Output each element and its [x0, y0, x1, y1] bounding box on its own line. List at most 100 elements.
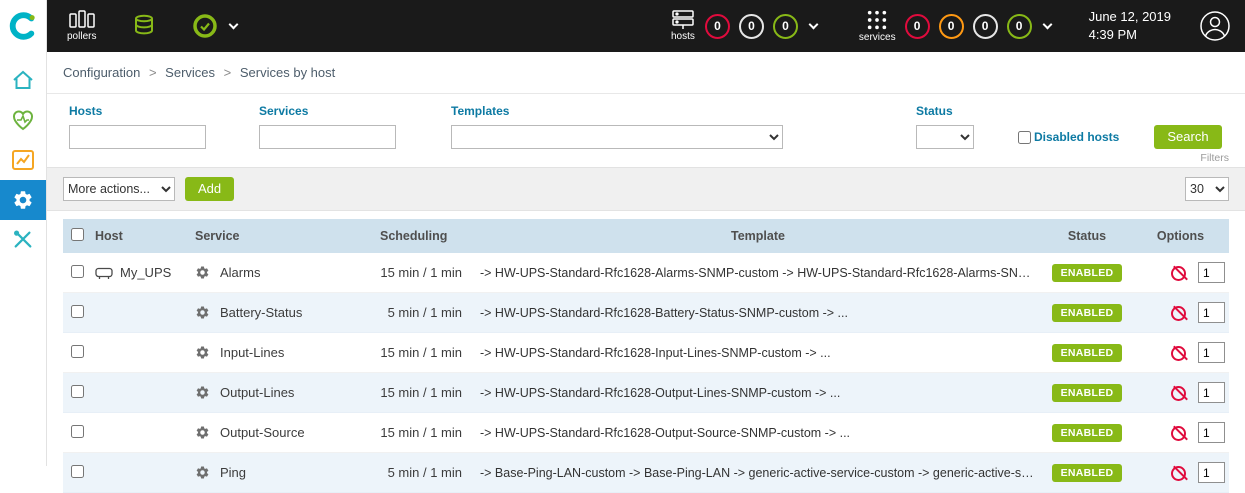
sidebar-item-monitoring[interactable] — [0, 100, 46, 140]
select-all-checkbox[interactable] — [71, 228, 84, 241]
options-count-input[interactable] — [1198, 302, 1225, 323]
service-row: Input-Lines 15 min / 1 min -> HW-UPS-Sta… — [63, 333, 1229, 373]
home-icon — [11, 69, 35, 91]
hosts-unreachable-counter[interactable]: 0 — [739, 14, 764, 39]
service-row: Ping 5 min / 1 min -> Base-Ping-LAN-cust… — [63, 453, 1229, 493]
platform-status[interactable] — [192, 13, 237, 39]
services-menu[interactable]: services — [859, 9, 896, 43]
filter-services: Services — [259, 104, 396, 149]
services-label: services — [859, 33, 896, 43]
template-chain: -> HW-UPS-Standard-Rfc1628-Output-Source… — [480, 426, 850, 440]
centreon-logo[interactable] — [0, 0, 46, 52]
service-row: Output-Source 15 min / 1 min -> HW-UPS-S… — [63, 413, 1229, 453]
service-row: Output-Lines 15 min / 1 min -> HW-UPS-St… — [63, 373, 1229, 413]
breadcrumb-configuration[interactable]: Configuration — [63, 65, 140, 80]
hosts-filter-input[interactable] — [69, 125, 206, 149]
hosts-down-counter[interactable]: 0 — [705, 14, 730, 39]
sidebar-item-reporting[interactable] — [0, 140, 46, 180]
breadcrumb-services[interactable]: Services — [165, 65, 215, 80]
hosts-label: hosts — [671, 32, 695, 42]
topbar-left: pollers — [67, 10, 237, 42]
options-count-input[interactable] — [1198, 462, 1225, 483]
disabled-hosts-label[interactable]: Disabled hosts — [1034, 130, 1119, 144]
options-count-input[interactable] — [1198, 342, 1225, 363]
services-warning-counter[interactable]: 0 — [939, 14, 964, 39]
options-count-input[interactable] — [1198, 422, 1225, 443]
services-status-group: services 0 0 0 0 — [859, 9, 1051, 43]
hosts-up-counter[interactable]: 0 — [773, 14, 798, 39]
service-name[interactable]: Input-Lines — [220, 345, 284, 360]
pollers-menu[interactable]: pollers — [67, 10, 96, 42]
options-count-input[interactable] — [1198, 262, 1225, 283]
chart-icon — [11, 149, 35, 171]
status-filter-label: Status — [916, 104, 974, 118]
filter-search: Search — [1154, 104, 1221, 149]
page-size-select[interactable]: 30 — [1185, 177, 1229, 201]
service-gear-icon — [195, 265, 210, 280]
status-badge: ENABLED — [1052, 344, 1123, 362]
status-badge: ENABLED — [1052, 424, 1123, 442]
services-filter-label: Services — [259, 104, 396, 118]
status-badge: ENABLED — [1052, 264, 1123, 282]
gear-icon — [12, 189, 34, 211]
service-name[interactable]: Battery-Status — [220, 305, 302, 320]
chevron-down-icon[interactable] — [1042, 19, 1052, 29]
status-badge: ENABLED — [1052, 464, 1123, 482]
breadcrumb-services-by-host: Services by host — [240, 65, 335, 80]
row-checkbox[interactable] — [71, 305, 84, 318]
topbar: pollers — [47, 0, 1245, 52]
more-actions-select[interactable]: More actions... — [63, 177, 175, 201]
chevron-down-icon[interactable] — [229, 19, 239, 29]
disable-icon[interactable] — [1171, 386, 1186, 401]
options-count-input[interactable] — [1198, 382, 1225, 403]
disable-icon[interactable] — [1171, 466, 1186, 481]
status-select[interactable] — [916, 125, 974, 149]
sidebar-item-configuration[interactable] — [0, 180, 46, 220]
database-status[interactable] — [132, 14, 156, 38]
row-checkbox[interactable] — [71, 465, 84, 478]
template-chain: -> HW-UPS-Standard-Rfc1628-Output-Lines-… — [480, 386, 840, 400]
service-name[interactable]: Output-Lines — [220, 385, 294, 400]
main-nav — [0, 52, 46, 260]
actions-row: More actions... Add 30 — [47, 168, 1245, 211]
left-rail — [0, 0, 47, 466]
service-name[interactable]: Alarms — [220, 265, 260, 280]
disable-icon[interactable] — [1171, 426, 1186, 441]
services-ok-counter[interactable]: 0 — [1007, 14, 1032, 39]
row-checkbox[interactable] — [71, 345, 84, 358]
templates-select[interactable] — [451, 125, 783, 149]
hosts-icon — [670, 10, 696, 30]
row-checkbox[interactable] — [71, 265, 84, 278]
user-avatar-icon — [1199, 10, 1231, 42]
sidebar-item-administration[interactable] — [0, 220, 46, 260]
add-button[interactable]: Add — [185, 177, 234, 201]
filter-templates: Templates — [451, 104, 783, 149]
host-name[interactable]: My_UPS — [120, 265, 171, 280]
service-name[interactable]: Output-Source — [220, 425, 305, 440]
disable-icon[interactable] — [1171, 306, 1186, 321]
row-checkbox[interactable] — [71, 385, 84, 398]
row-checkbox[interactable] — [71, 425, 84, 438]
service-name[interactable]: Ping — [220, 465, 246, 480]
disable-icon[interactable] — [1171, 346, 1186, 361]
status-ring-icon — [192, 13, 218, 39]
centreon-c-icon — [8, 11, 38, 41]
hosts-menu[interactable]: hosts — [670, 10, 696, 42]
disable-icon[interactable] — [1171, 266, 1186, 281]
hosts-status-group: hosts 0 0 0 — [670, 10, 817, 42]
sidebar-item-home[interactable] — [0, 60, 46, 100]
chevron-down-icon[interactable] — [808, 19, 818, 29]
pollers-label: pollers — [67, 32, 96, 42]
user-menu[interactable] — [1199, 10, 1231, 42]
search-button[interactable]: Search — [1154, 125, 1221, 149]
service-row: My_UPS Alarms 15 min / 1 min -> HW-UPS-S… — [63, 253, 1229, 293]
pollers-icon — [69, 10, 95, 30]
services-filter-input[interactable] — [259, 125, 396, 149]
services-table: Host Service Scheduling Template Status … — [63, 219, 1229, 493]
disabled-hosts-checkbox[interactable] — [1018, 131, 1031, 144]
filters-caption: Filters — [1200, 152, 1229, 164]
services-unknown-counter[interactable]: 0 — [973, 14, 998, 39]
services-critical-counter[interactable]: 0 — [905, 14, 930, 39]
template-chain: -> HW-UPS-Standard-Rfc1628-Alarms-SNMP-c… — [480, 266, 1042, 280]
breadcrumb: Configuration > Services > Services by h… — [47, 52, 1245, 93]
